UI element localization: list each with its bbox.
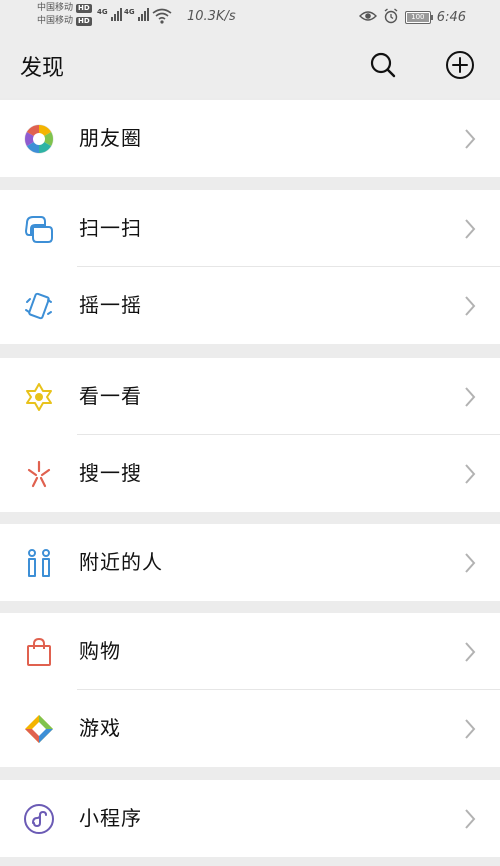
menu-item-label: 附近的人: [79, 550, 163, 574]
shake-phone-icon: [22, 289, 56, 323]
wifi-icon: [152, 8, 172, 27]
moments-aperture-icon: [22, 122, 56, 156]
menu-item-shake[interactable]: 摇一摇: [0, 267, 500, 344]
group-shop-games: 购物 游戏: [0, 613, 500, 767]
shopping-bag-icon: [22, 635, 56, 669]
chevron-right-icon: [464, 552, 476, 574]
carrier-name-2: 中国移动: [37, 16, 74, 26]
plus-circle-icon: [445, 50, 475, 84]
chevron-right-icon: [464, 808, 476, 830]
chevron-right-icon: [464, 295, 476, 317]
group-moments: 朋友圈: [0, 100, 500, 177]
title-bar: 发现: [0, 34, 500, 98]
search-icon: [369, 51, 397, 83]
battery-icon: 100: [404, 11, 433, 24]
group-mini-programs: 小程序: [0, 780, 500, 857]
status-bar: 中国移动 HD 中国移动 HD 4G 4G 10.3K/s 100 6:46: [0, 0, 500, 34]
network-type-2: 4G: [124, 8, 135, 16]
search-button[interactable]: [366, 50, 400, 84]
clock: 6:46: [436, 10, 466, 25]
games-diamond-icon: [22, 712, 56, 746]
scan-icon: [22, 212, 56, 246]
menu-item-shopping[interactable]: 购物: [0, 613, 500, 690]
group-stories-search: 看一看 搜一搜: [0, 358, 500, 512]
hd-badge-1: HD: [76, 4, 92, 13]
menu-item-search[interactable]: 搜一搜: [0, 435, 500, 512]
menu-item-label: 摇一摇: [79, 293, 142, 317]
menu-item-moments[interactable]: 朋友圈: [0, 100, 500, 177]
eye-comfort-icon: [358, 9, 377, 26]
network-type-1: 4G: [97, 8, 108, 16]
group-nearby: 附近的人: [0, 524, 500, 601]
chevron-right-icon: [464, 641, 476, 663]
menu-item-label: 游戏: [79, 716, 121, 740]
menu-item-label: 看一看: [79, 384, 142, 408]
system-status: 100 6:46: [358, 8, 466, 27]
chevron-right-icon: [464, 463, 476, 485]
menu-item-label: 扫一扫: [79, 216, 142, 240]
menu-item-label: 小程序: [79, 806, 142, 830]
signal-icon-2: 4G: [124, 8, 149, 21]
group-scan-shake: 扫一扫 摇一摇: [0, 190, 500, 344]
menu-item-scan[interactable]: 扫一扫: [0, 190, 500, 267]
chevron-right-icon: [464, 218, 476, 240]
mini-program-icon: [22, 802, 56, 836]
menu-item-label: 搜一搜: [79, 461, 142, 485]
hd-badge-2: HD: [76, 17, 92, 26]
chevron-right-icon: [464, 128, 476, 150]
chevron-right-icon: [464, 386, 476, 408]
search-sparkle-icon: [22, 457, 56, 491]
add-button[interactable]: [443, 50, 477, 84]
network-speed: 10.3K/s: [187, 9, 236, 24]
menu-item-games[interactable]: 游戏: [0, 690, 500, 767]
top-stories-icon: [22, 380, 56, 414]
alarm-icon: [383, 8, 399, 27]
chevron-right-icon: [464, 718, 476, 740]
page-title: 发现: [20, 56, 65, 81]
menu-item-top-stories[interactable]: 看一看: [0, 358, 500, 435]
menu-item-people-nearby[interactable]: 附近的人: [0, 524, 500, 601]
signal-icon-1: 4G: [97, 8, 122, 21]
people-nearby-icon: [22, 546, 56, 580]
carrier-info: 中国移动 HD 中国移动 HD: [37, 2, 92, 28]
carrier-name-1: 中国移动: [37, 3, 74, 13]
menu-item-mini-programs[interactable]: 小程序: [0, 780, 500, 857]
menu-item-label: 购物: [79, 639, 121, 663]
battery-level: 100: [406, 13, 429, 22]
menu-item-label: 朋友圈: [79, 126, 142, 150]
